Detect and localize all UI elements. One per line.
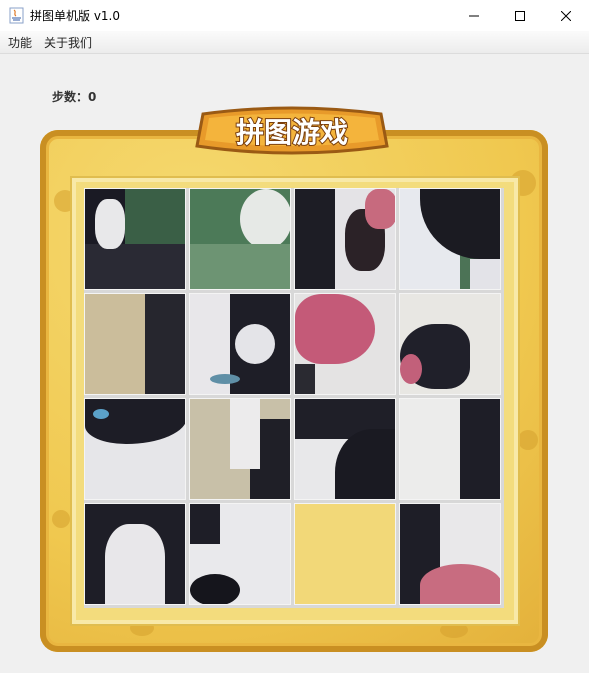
step-counter-value: 0 (88, 90, 97, 104)
puzzle-tile[interactable] (84, 188, 186, 290)
menu-bar: 功能 关于我们 (0, 31, 589, 54)
window-title: 拼图单机版 v1.0 (30, 9, 121, 23)
window-titlebar: 拼图单机版 v1.0 (0, 0, 589, 31)
maximize-button[interactable] (497, 0, 543, 31)
puzzle-tile[interactable] (294, 188, 396, 290)
java-app-icon (9, 7, 24, 24)
puzzle-tile[interactable] (399, 188, 501, 290)
puzzle-tile[interactable] (294, 398, 396, 500)
close-button[interactable] (543, 0, 589, 31)
game-title-banner: 拼图游戏 (195, 106, 389, 155)
puzzle-tile[interactable] (189, 398, 291, 500)
puzzle-tile[interactable] (399, 398, 501, 500)
game-title-text: 拼图游戏 (236, 116, 348, 149)
menu-functions[interactable]: 功能 (8, 34, 32, 51)
puzzle-tile[interactable] (189, 188, 291, 290)
menu-about-us[interactable]: 关于我们 (44, 34, 92, 51)
step-counter: 步数：0 (52, 88, 96, 105)
step-counter-label: 步数： (52, 90, 89, 104)
puzzle-tile[interactable] (189, 293, 291, 395)
puzzle-tile[interactable] (399, 503, 501, 605)
close-icon (561, 10, 571, 21)
puzzle-tile[interactable] (84, 503, 186, 605)
puzzle-tile[interactable] (84, 293, 186, 395)
puzzle-tile[interactable] (294, 293, 396, 395)
puzzle-tile[interactable] (189, 503, 291, 605)
maximize-icon (515, 10, 525, 21)
empty-tile (294, 503, 396, 605)
minimize-icon (469, 15, 479, 16)
puzzle-grid (84, 188, 504, 608)
puzzle-tile[interactable] (399, 293, 501, 395)
puzzle-tile[interactable] (84, 398, 186, 500)
minimize-button[interactable] (451, 0, 497, 31)
